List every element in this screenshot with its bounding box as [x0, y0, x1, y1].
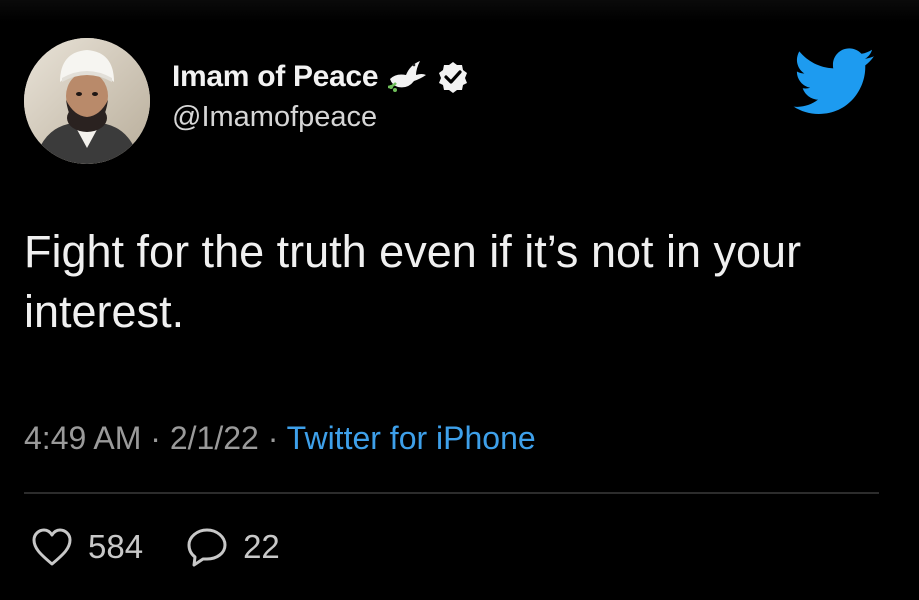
- reply-stat[interactable]: 22: [185, 526, 280, 568]
- tweet-text: Fight for the truth even if it’s not in …: [24, 226, 802, 337]
- avatar-image: [24, 38, 150, 164]
- tweet-stats: 584 22: [30, 526, 322, 568]
- heart-icon[interactable]: [30, 526, 74, 568]
- like-count: 584: [88, 528, 144, 565]
- tweet-source-link[interactable]: Twitter for iPhone: [287, 420, 536, 456]
- dove-icon: [386, 57, 428, 97]
- tweet-date[interactable]: 2/1/22: [170, 420, 259, 456]
- tweet-card: Imam of Peace @Imamofpeace Fight for the…: [0, 0, 919, 600]
- tweet-header: Imam of Peace @Imamofpeace: [172, 55, 470, 134]
- display-name[interactable]: Imam of Peace: [172, 60, 379, 94]
- card-top-edge: [0, 0, 919, 22]
- divider: [24, 492, 879, 494]
- reply-count: 22: [243, 528, 280, 565]
- tweet-meta: 4:49 AM · 2/1/22 · Twitter for iPhone: [24, 420, 536, 457]
- avatar[interactable]: [24, 38, 150, 164]
- display-name-row: Imam of Peace: [172, 55, 470, 99]
- user-handle[interactable]: @Imamofpeace: [172, 101, 470, 134]
- like-stat[interactable]: 584: [30, 526, 143, 568]
- tweet-time[interactable]: 4:49 AM: [24, 420, 141, 456]
- twitter-bird-icon: [793, 48, 877, 116]
- verified-badge-icon: [436, 60, 470, 94]
- reply-bubble-icon[interactable]: [185, 526, 229, 568]
- meta-separator: ·: [267, 420, 287, 456]
- meta-separator: ·: [150, 420, 170, 456]
